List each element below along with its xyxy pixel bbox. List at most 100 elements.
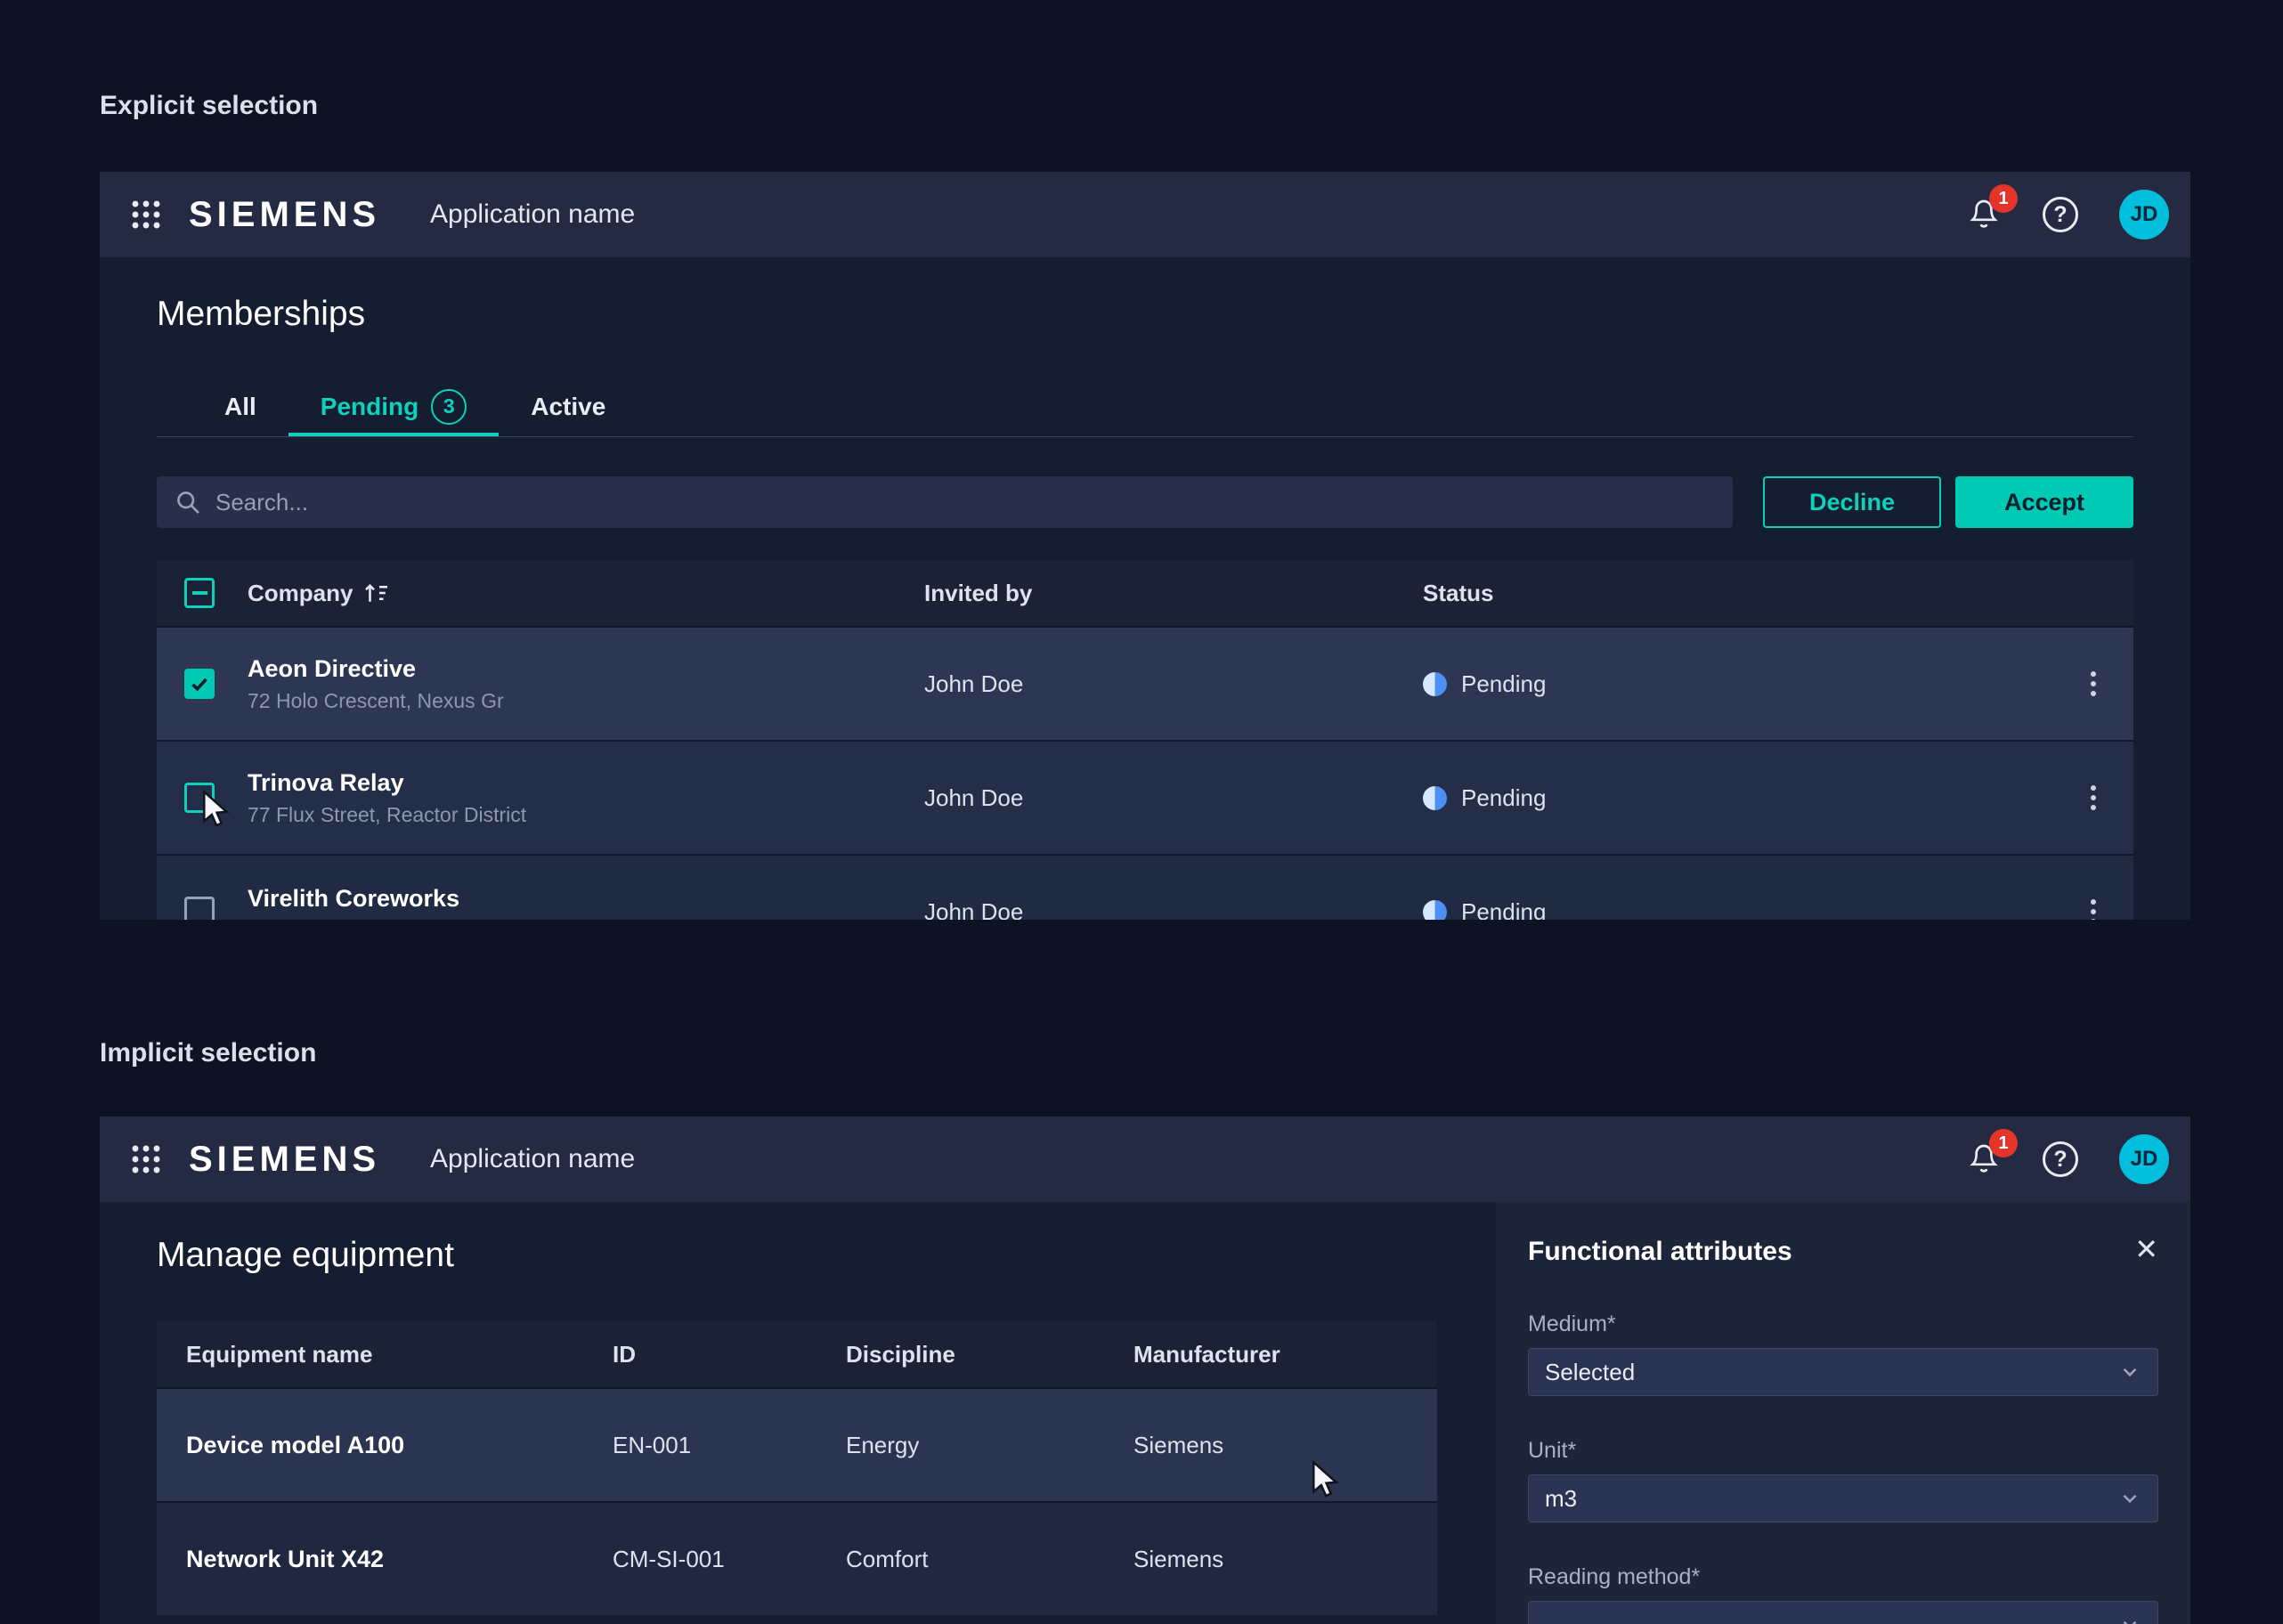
row-menu-button[interactable] bbox=[2053, 785, 2133, 810]
company-name: Trinova Relay bbox=[248, 769, 924, 797]
row-menu-button[interactable] bbox=[2053, 899, 2133, 920]
tab-count-badge: 3 bbox=[431, 389, 467, 425]
select-all-checkbox[interactable] bbox=[184, 578, 215, 608]
help-button[interactable]: ? bbox=[2043, 1141, 2078, 1177]
tab-label: Active bbox=[531, 393, 605, 421]
table-row[interactable]: Device model A100 EN-001 Energy Siemens bbox=[157, 1387, 1437, 1501]
app-header: SIEMENS Application name 1 ? JD bbox=[100, 1116, 2190, 1202]
column-header-equipment-name: Equipment name bbox=[157, 1341, 613, 1368]
siemens-logo: SIEMENS bbox=[189, 195, 380, 235]
table-row[interactable]: Virelith Coreworks John Doe Pending bbox=[157, 854, 2133, 920]
invited-by: John Doe bbox=[924, 784, 1423, 812]
equipment-manufacturer: Siemens bbox=[1133, 1432, 1437, 1459]
notification-badge: 1 bbox=[1989, 184, 2018, 213]
pending-status-icon bbox=[1423, 672, 1447, 696]
app-header: SIEMENS Application name 1 ? JD bbox=[100, 172, 2190, 257]
column-header-manufacturer: Manufacturer bbox=[1133, 1341, 1437, 1368]
equipment-table: Equipment name ID Discipline Manufacture… bbox=[157, 1321, 1437, 1615]
decline-button[interactable]: Decline bbox=[1763, 476, 1941, 528]
question-mark-icon: ? bbox=[2053, 1149, 2067, 1171]
invited-by: John Doe bbox=[924, 898, 1423, 921]
table-row[interactable]: Network Unit X42 CM-SI-001 Comfort Sieme… bbox=[157, 1501, 1437, 1615]
sort-ascending-icon bbox=[363, 581, 390, 605]
app-name: Application name bbox=[430, 199, 635, 230]
help-button[interactable]: ? bbox=[2043, 197, 2078, 232]
page-title: Memberships bbox=[157, 257, 2133, 336]
tab-pending[interactable]: Pending 3 bbox=[288, 380, 499, 436]
table-row[interactable]: Aeon Directive 72 Holo Crescent, Nexus G… bbox=[157, 626, 2133, 740]
functional-attributes-panel: Functional attributes ✕ Medium* Selected… bbox=[1496, 1202, 2190, 1624]
table-row[interactable]: Trinova Relay 77 Flux Street, Reactor Di… bbox=[157, 740, 2133, 854]
close-icon[interactable]: ✕ bbox=[2134, 1236, 2158, 1263]
chevron-down-icon bbox=[2118, 1613, 2141, 1624]
company-name: Virelith Coreworks bbox=[248, 885, 924, 913]
user-avatar[interactable]: JD bbox=[2119, 190, 2169, 240]
unit-select[interactable]: m3 bbox=[1528, 1474, 2158, 1522]
column-header-company[interactable]: Company bbox=[248, 580, 924, 607]
notifications-button[interactable]: 1 bbox=[1966, 1141, 2002, 1177]
section-label-implicit: Implicit selection bbox=[100, 1038, 316, 1068]
field-unit: Unit* m3 bbox=[1528, 1439, 2158, 1522]
memberships-table: Company Invited by Status bbox=[157, 560, 2133, 920]
field-reading-method: Reading method* bbox=[1528, 1565, 2158, 1624]
company-address bbox=[248, 919, 924, 921]
search-icon bbox=[175, 489, 201, 516]
checkmark-icon bbox=[189, 673, 210, 694]
pending-status-icon bbox=[1423, 900, 1447, 921]
equipment-discipline: Comfort bbox=[846, 1546, 1133, 1573]
company-address: 72 Holo Crescent, Nexus Gr bbox=[248, 689, 924, 713]
tab-label: All bbox=[224, 393, 256, 421]
tab-bar: All Pending 3 Active bbox=[157, 380, 2133, 437]
select-value: m3 bbox=[1545, 1485, 1577, 1513]
tab-active[interactable]: Active bbox=[499, 380, 638, 436]
row-checkbox[interactable] bbox=[184, 897, 215, 920]
field-medium: Medium* Selected bbox=[1528, 1312, 2158, 1396]
chevron-down-icon bbox=[2118, 1487, 2141, 1510]
section-label-explicit: Explicit selection bbox=[100, 91, 318, 121]
field-label: Medium* bbox=[1528, 1312, 2158, 1336]
question-mark-icon: ? bbox=[2053, 204, 2067, 226]
field-label: Reading method* bbox=[1528, 1565, 2158, 1588]
equipment-id: EN-001 bbox=[613, 1432, 846, 1459]
table-header-row: Company Invited by Status bbox=[157, 560, 2133, 626]
app-switcher-icon[interactable] bbox=[130, 1143, 162, 1175]
equipment-manufacturer: Siemens bbox=[1133, 1546, 1437, 1573]
memberships-window: SIEMENS Application name 1 ? JD Membersh… bbox=[100, 172, 2190, 920]
column-header-id: ID bbox=[613, 1341, 846, 1368]
table-header-row: Equipment name ID Discipline Manufacture… bbox=[157, 1321, 1437, 1387]
user-avatar[interactable]: JD bbox=[2119, 1134, 2169, 1184]
app-switcher-icon[interactable] bbox=[130, 199, 162, 231]
notification-badge: 1 bbox=[1989, 1129, 2018, 1157]
notifications-button[interactable]: 1 bbox=[1966, 197, 2002, 232]
company-address: 77 Flux Street, Reactor District bbox=[248, 803, 924, 827]
reading-method-select[interactable] bbox=[1528, 1601, 2158, 1624]
equipment-discipline: Energy bbox=[846, 1432, 1133, 1459]
indeterminate-mark-icon bbox=[192, 591, 207, 595]
column-header-status: Status bbox=[1423, 580, 2053, 607]
chevron-down-icon bbox=[2118, 1360, 2141, 1384]
row-checkbox[interactable] bbox=[184, 669, 215, 699]
equipment-name: Network Unit X42 bbox=[157, 1546, 613, 1573]
select-value: Selected bbox=[1545, 1359, 1635, 1386]
search-box[interactable] bbox=[157, 476, 1733, 528]
accept-button[interactable]: Accept bbox=[1955, 476, 2133, 528]
equipment-body: Manage equipment Equipment name ID Disci… bbox=[100, 1202, 2190, 1624]
search-input[interactable] bbox=[214, 488, 1715, 517]
tab-label: Pending bbox=[321, 393, 418, 421]
status-label: Pending bbox=[1461, 670, 1546, 698]
field-label: Unit* bbox=[1528, 1439, 2158, 1462]
status-label: Pending bbox=[1461, 898, 1546, 921]
tab-all[interactable]: All bbox=[192, 380, 288, 436]
app-name: Application name bbox=[430, 1144, 635, 1174]
row-checkbox[interactable] bbox=[184, 783, 215, 813]
medium-select[interactable]: Selected bbox=[1528, 1348, 2158, 1396]
equipment-id: CM-SI-001 bbox=[613, 1546, 846, 1573]
equipment-name: Device model A100 bbox=[157, 1432, 613, 1459]
row-menu-button[interactable] bbox=[2053, 671, 2133, 696]
memberships-body: Memberships All Pending 3 Active bbox=[100, 257, 2190, 920]
toolbar: Decline Accept bbox=[157, 476, 2133, 528]
equipment-window: SIEMENS Application name 1 ? JD Manage e… bbox=[100, 1116, 2190, 1624]
pending-status-icon bbox=[1423, 786, 1447, 810]
column-header-invited-by: Invited by bbox=[924, 580, 1423, 607]
status-label: Pending bbox=[1461, 784, 1546, 812]
